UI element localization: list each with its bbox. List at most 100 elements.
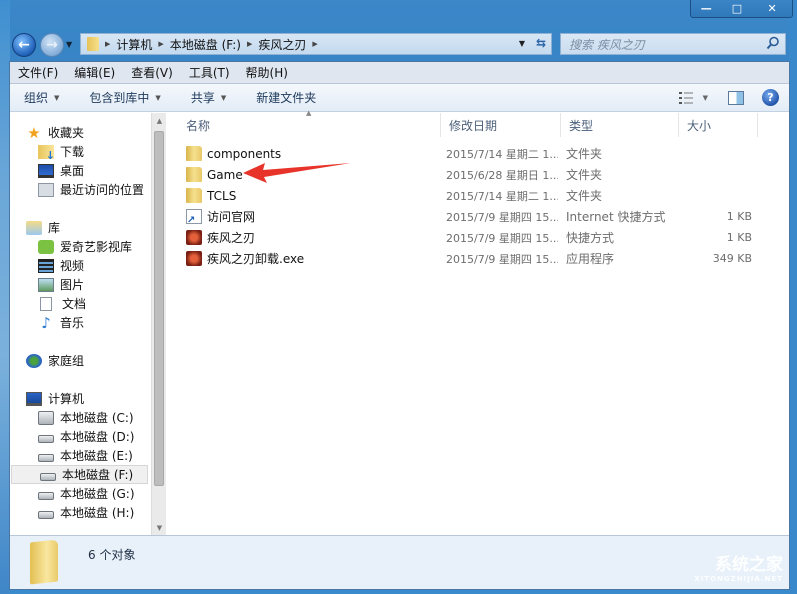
file-row-uninstaller[interactable]: 疾风之刃卸载.exe 2015/7/9 星期四 15... 应用程序 349 K… — [168, 248, 768, 269]
nav-drive-e[interactable]: 本地磁盘 (E:) — [38, 446, 133, 465]
forward-arrow-icon: → — [46, 37, 58, 53]
annotation-arrow-icon — [243, 163, 351, 183]
search-box[interactable]: 搜索 疾风之刃 — [560, 33, 786, 55]
maximize-button[interactable]: □ — [722, 0, 753, 17]
nav-pictures[interactable]: 图片 — [38, 275, 84, 294]
share-label: 共享 — [190, 91, 215, 105]
share-button[interactable]: 共享 ▼ — [191, 89, 226, 106]
nav-drive-c[interactable]: 本地磁盘 (C:) — [38, 408, 134, 427]
internet-shortcut-icon — [186, 209, 202, 226]
close-button[interactable]: ✕ — [752, 0, 792, 17]
recent-pages-dropdown[interactable]: ▼ — [66, 40, 72, 49]
navigation-pane-scrollbar[interactable]: ▲ ▼ — [151, 113, 166, 536]
include-in-library-label: 包含到库中 — [89, 91, 150, 105]
nav-drive-h-label: 本地磁盘 (H:) — [60, 506, 135, 520]
breadcrumb-computer[interactable]: 计算机 — [116, 36, 152, 53]
nav-music[interactable]: ♪ 音乐 — [38, 313, 84, 332]
view-options-dropdown[interactable]: ▼ — [703, 94, 708, 102]
breadcrumb-current-folder[interactable]: 疾风之刃 — [258, 36, 306, 53]
toolbar-right: ▼ ? — [678, 89, 779, 106]
forward-button[interactable]: → — [40, 33, 64, 57]
scroll-down-arrow-icon[interactable]: ▼ — [152, 520, 167, 536]
nav-downloads[interactable]: 下载 — [38, 142, 84, 162]
nav-documents[interactable]: 文档 — [40, 294, 86, 313]
nav-videos[interactable]: 视频 — [38, 256, 84, 275]
window-frame-right — [789, 0, 797, 594]
nav-libraries[interactable]: 库 — [26, 218, 60, 237]
chevron-down-icon: ▼ — [155, 93, 161, 102]
preview-pane-icon[interactable] — [728, 90, 744, 105]
refresh-icon[interactable]: ⇆ — [536, 36, 546, 50]
menu-file[interactable]: 文件(F) — [18, 64, 58, 81]
file-name: 访问官网 — [207, 210, 256, 224]
address-bar[interactable]: ▶ 计算机 ▶ 本地磁盘 (F:) ▶ 疾风之刃 ▶ ▼ ⇆ — [80, 33, 552, 55]
file-size: 349 KB — [712, 252, 752, 265]
menu-edit[interactable]: 编辑(E) — [74, 64, 115, 81]
nav-drive-g[interactable]: 本地磁盘 (G:) — [38, 484, 135, 503]
file-type: Internet 快捷方式 — [566, 210, 666, 224]
folder-icon — [87, 37, 99, 51]
music-note-icon: ♪ — [41, 313, 51, 332]
help-icon[interactable]: ? — [762, 89, 779, 106]
sort-ascending-icon: ▲ — [306, 109, 312, 117]
file-date: 2015/7/14 星期二 1... — [446, 147, 558, 161]
back-button[interactable]: ← — [12, 33, 36, 57]
search-input[interactable]: 搜索 疾风之刃 — [569, 36, 645, 53]
search-icon[interactable] — [766, 36, 780, 50]
file-row-official-site[interactable]: 访问官网 2015/7/9 星期四 15... Internet 快捷方式 1 … — [168, 206, 768, 227]
nav-libraries-label: 库 — [48, 221, 61, 235]
folder-icon — [186, 188, 202, 203]
nav-drive-h[interactable]: 本地磁盘 (H:) — [38, 503, 134, 522]
nav-computer[interactable]: 计算机 — [26, 389, 84, 408]
new-folder-label: 新建文件夹 — [256, 91, 317, 105]
chevron-down-icon: ▼ — [220, 93, 227, 102]
file-type: 应用程序 — [566, 252, 615, 266]
nav-favorites[interactable]: ★ 收藏夹 — [26, 123, 84, 142]
explorer-window: 文件(F) 编辑(E) 查看(V) 工具(T) 帮助(H) 组织 ▼ 包含到库中… — [9, 61, 790, 590]
navigation-pane: ★ 收藏夹 下载 桌面 最近访问的位置 库 爱奇艺影视库 视频 — [10, 113, 150, 536]
scrollbar-thumb[interactable] — [154, 131, 164, 486]
column-header-name[interactable]: 名称 — [168, 113, 441, 137]
column-header-size[interactable]: 大小 — [679, 113, 758, 137]
nav-recent-places[interactable]: 最近访问的位置 — [38, 180, 144, 199]
nav-drive-f[interactable]: 本地磁盘 (F:) — [11, 465, 148, 484]
watermark-subtext: XITONGZHIJIA.NET — [694, 575, 783, 583]
desktop-icon — [38, 163, 54, 178]
nav-pictures-label: 图片 — [60, 278, 85, 292]
minimize-button[interactable]: — — [691, 0, 722, 17]
nav-homegroup-label: 家庭组 — [48, 354, 85, 368]
breadcrumb-drive-f[interactable]: 本地磁盘 (F:) — [170, 36, 241, 53]
breadcrumb-separator-icon[interactable]: ▶ — [158, 40, 163, 48]
breadcrumb-separator-icon[interactable]: ▶ — [247, 40, 252, 48]
column-header-type[interactable]: 类型 — [561, 113, 679, 137]
scroll-up-arrow-icon[interactable]: ▲ — [152, 113, 167, 129]
nav-videos-label: 视频 — [60, 259, 85, 273]
file-list: ▲ 名称 修改日期 类型 大小 components 2015/7/14 星期二… — [168, 109, 789, 536]
organize-button[interactable]: 组织 ▼ — [24, 89, 59, 106]
video-icon — [38, 258, 54, 273]
file-type: 文件夹 — [566, 168, 603, 182]
file-date: 2015/7/14 星期二 1... — [446, 189, 558, 203]
address-history-dropdown[interactable]: ▼ — [519, 39, 525, 48]
downloads-folder-icon — [38, 144, 55, 162]
menu-help[interactable]: 帮助(H) — [246, 64, 288, 81]
file-type: 文件夹 — [566, 189, 603, 203]
file-date: 2015/7/9 星期四 15... — [446, 252, 558, 266]
nav-iqiyi-library[interactable]: 爱奇艺影视库 — [38, 237, 132, 256]
new-folder-button[interactable]: 新建文件夹 — [256, 89, 316, 106]
file-row-tcls[interactable]: TCLS 2015/7/14 星期二 1... 文件夹 — [168, 185, 768, 206]
nav-desktop[interactable]: 桌面 — [38, 161, 84, 180]
organize-label: 组织 — [24, 91, 49, 105]
nav-drive-d[interactable]: 本地磁盘 (D:) — [38, 427, 134, 446]
breadcrumb-separator-icon[interactable]: ▶ — [105, 40, 110, 48]
file-name: 疾风之刃卸载.exe — [207, 252, 305, 266]
include-in-library-button[interactable]: 包含到库中 ▼ — [89, 89, 160, 106]
menu-view[interactable]: 查看(V) — [131, 64, 173, 81]
breadcrumb-separator-icon[interactable]: ▶ — [312, 40, 317, 48]
nav-homegroup[interactable]: 家庭组 — [26, 351, 84, 370]
column-header-date[interactable]: 修改日期 — [441, 113, 561, 137]
file-row-game-shortcut[interactable]: 疾风之刃 2015/7/9 星期四 15... 快捷方式 1 KB — [168, 227, 768, 248]
folder-icon — [186, 146, 202, 161]
menu-tools[interactable]: 工具(T) — [189, 64, 230, 81]
details-view-icon[interactable] — [678, 91, 693, 104]
